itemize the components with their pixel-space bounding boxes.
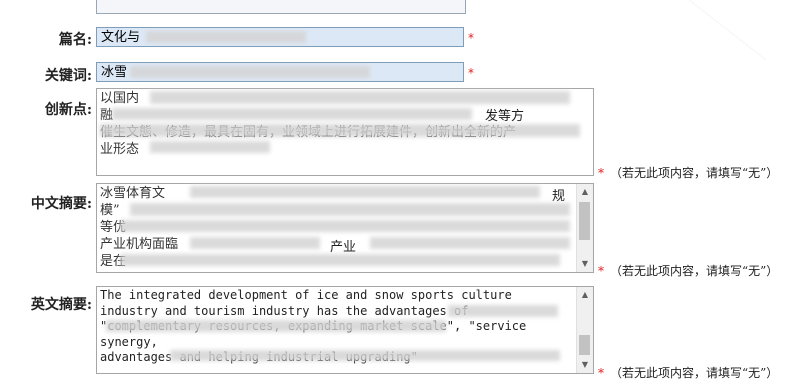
redacted-region — [190, 186, 540, 198]
hint-text: （若无此项内容，请填写“无”） — [610, 366, 779, 380]
redacted-region — [130, 203, 570, 216]
innovation-label: 创新点: — [44, 102, 92, 118]
empty-fill-hint: * （若无此项内容，请填写“无”） — [598, 164, 778, 181]
scroll-down-icon[interactable]: ▼ — [577, 256, 593, 272]
hint-text: （若无此项内容，请填写“无”） — [610, 264, 779, 278]
text-line: The integrated development of ice and sn… — [100, 288, 512, 302]
empty-fill-hint: * （若无此项内容，请填写“无”） — [598, 364, 778, 381]
redacted-region — [150, 141, 270, 153]
text-fragment: 规 — [552, 189, 566, 204]
scroll-up-icon[interactable]: ▲ — [577, 287, 593, 303]
required-mark: * — [468, 66, 474, 80]
text-fragment: 产业 — [330, 240, 357, 255]
redacted-region — [120, 254, 560, 266]
redacted-region — [370, 237, 570, 249]
required-mark: * — [468, 31, 474, 45]
watermark — [646, 0, 766, 92]
scroll-thumb[interactable] — [579, 335, 590, 355]
redacted-region — [190, 237, 320, 249]
hint-text: （若无此项内容，请填写“无”） — [610, 166, 779, 180]
redacted-region — [146, 31, 306, 43]
keywords-input-value: 冰雪 — [101, 65, 128, 80]
redacted-region — [130, 66, 370, 78]
redacted-region — [112, 108, 472, 120]
required-mark: * — [598, 166, 604, 180]
title-label: 篇名: — [58, 32, 92, 48]
required-mark: * — [598, 264, 604, 278]
redacted-region — [120, 220, 570, 232]
redacted-region — [150, 91, 570, 104]
redacted-region — [170, 350, 560, 361]
text-line: synergy, — [100, 334, 158, 349]
redacted-region — [448, 305, 558, 317]
scroll-down-icon[interactable]: ▼ — [577, 357, 593, 373]
required-mark: * — [598, 366, 604, 380]
title-input-value: 文化与 — [101, 30, 141, 45]
redacted-region — [106, 320, 446, 332]
vertical-scrollbar[interactable]: ▲ ▼ — [576, 184, 593, 272]
abstract-en-label: 英文摘要: — [30, 297, 92, 313]
keywords-label: 关键词: — [44, 68, 92, 84]
text-fragment: 发等方 — [485, 109, 525, 124]
abstract-cn-label: 中文摘要: — [30, 196, 92, 212]
scroll-thumb[interactable] — [579, 202, 590, 240]
vertical-scrollbar[interactable]: ▲ ▼ — [576, 287, 593, 373]
redacted-region — [100, 124, 580, 137]
previous-field-edge — [96, 0, 466, 14]
empty-fill-hint: * （若无此项内容，请填写“无”） — [598, 262, 778, 279]
scroll-up-icon[interactable]: ▲ — [577, 184, 593, 200]
